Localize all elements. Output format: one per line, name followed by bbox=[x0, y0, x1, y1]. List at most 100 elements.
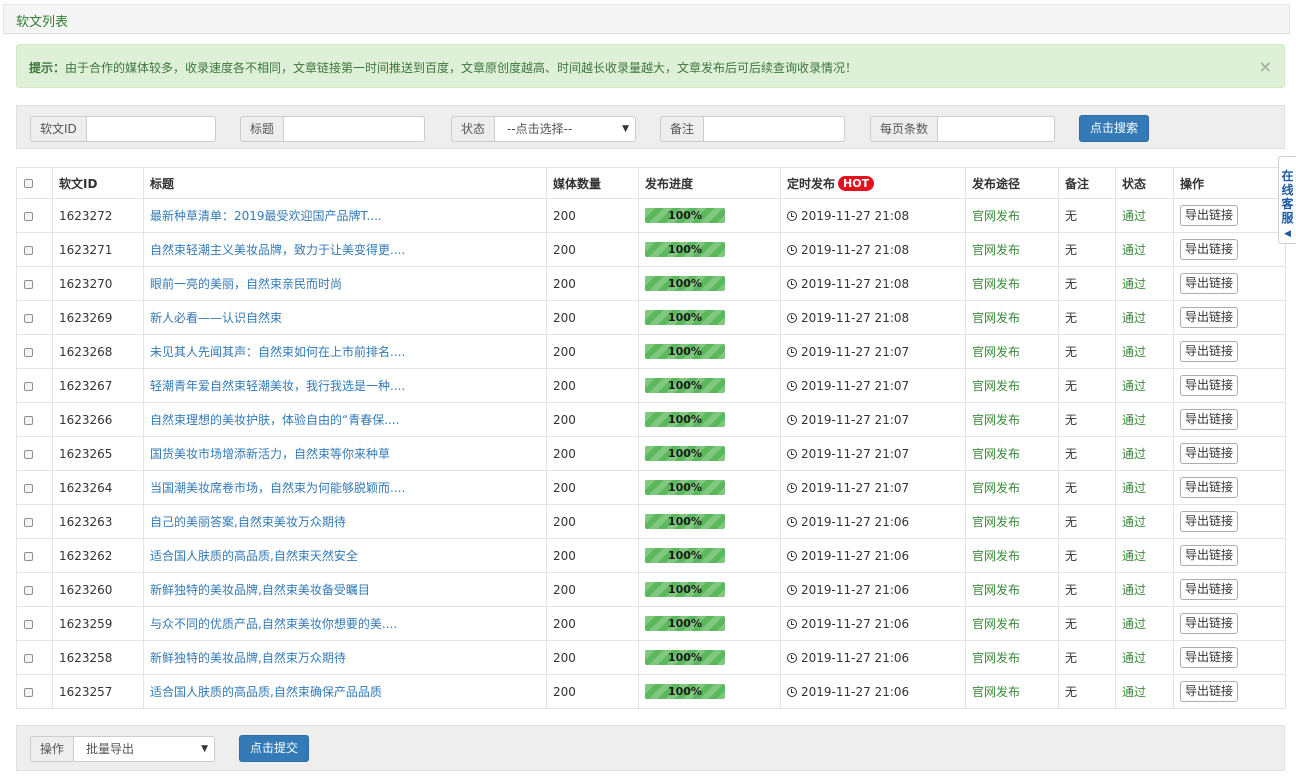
row-action-cell: 导出链接 bbox=[1173, 402, 1286, 437]
export-link-button[interactable]: 导出链接 bbox=[1180, 647, 1239, 668]
table-row: 1623272 最新种草清单：2019最受欢迎国产品牌T.... 200 100% 20… bbox=[16, 198, 1286, 233]
clock-icon bbox=[787, 516, 797, 527]
export-link-button[interactable]: 导出链接 bbox=[1180, 579, 1239, 600]
row-scheduled-time: 2019-11-27 21:06 bbox=[801, 616, 910, 631]
row-id: 1623272 bbox=[52, 198, 144, 233]
row-checkbox[interactable] bbox=[24, 585, 33, 595]
row-scheduled-cell: 2019-11-27 21:07 bbox=[780, 334, 966, 369]
row-checkbox[interactable] bbox=[24, 211, 33, 221]
header-action: 操作 bbox=[1173, 167, 1286, 199]
export-link-button[interactable]: 导出链接 bbox=[1180, 205, 1239, 226]
search-button[interactable]: 点击搜索 bbox=[1079, 115, 1149, 142]
export-link-button[interactable]: 导出链接 bbox=[1180, 511, 1239, 532]
row-action-cell: 导出链接 bbox=[1173, 436, 1286, 471]
row-title-link[interactable]: 轻潮青年爱自然束轻潮美妆，我行我选是一种.... bbox=[143, 368, 547, 403]
row-route: 官网发布 bbox=[965, 266, 1059, 301]
row-checkbox[interactable] bbox=[24, 449, 33, 459]
alert-text: 由于合作的媒体较多，收录速度各不相同，文章链接第一时间推送到百度，文章原创度越高… bbox=[65, 61, 858, 75]
row-title-link[interactable]: 眼前一亮的美丽，自然束亲民而时尚 bbox=[143, 266, 547, 301]
side-tab-char: 线 bbox=[1281, 183, 1294, 197]
row-scheduled-time: 2019-11-27 21:08 bbox=[801, 208, 910, 223]
export-link-button[interactable]: 导出链接 bbox=[1180, 681, 1239, 702]
row-media-count: 200 bbox=[546, 504, 639, 539]
row-scheduled-cell: 2019-11-27 21:07 bbox=[780, 402, 966, 437]
export-link-button[interactable]: 导出链接 bbox=[1180, 477, 1239, 498]
table-row: 1623257 适合国人肤质的高品质,自然束确保产品品质 200 100% 2019-1… bbox=[16, 674, 1286, 709]
row-checkbox[interactable] bbox=[24, 653, 33, 663]
row-title-link[interactable]: 新鲜独特的美妆品牌,自然束美妆备受瞩目 bbox=[143, 572, 547, 607]
row-checkbox[interactable] bbox=[24, 313, 33, 323]
table-row: 1623269 新人必看——认识自然束 200 100% 2019-11-27 21:0… bbox=[16, 300, 1286, 335]
export-link-button[interactable]: 导出链接 bbox=[1180, 307, 1239, 328]
search-title-input[interactable] bbox=[283, 116, 426, 142]
row-title-link[interactable]: 新鲜独特的美妆品牌,自然束万众期待 bbox=[143, 640, 547, 675]
select-all-checkbox[interactable] bbox=[24, 179, 33, 188]
close-icon[interactable]: × bbox=[1259, 57, 1272, 76]
row-checkbox[interactable] bbox=[24, 551, 33, 561]
row-remark: 无 bbox=[1058, 504, 1116, 539]
search-status-select[interactable]: --点击选择-- ▼ bbox=[494, 116, 637, 142]
row-select-cell bbox=[16, 266, 53, 301]
row-scheduled-cell: 2019-11-27 21:08 bbox=[780, 198, 966, 233]
row-title-link[interactable]: 与众不同的优质产品,自然束美妆你想要的美.... bbox=[143, 606, 547, 641]
bulk-submit-button[interactable]: 点击提交 bbox=[239, 735, 309, 762]
row-checkbox[interactable] bbox=[24, 619, 33, 629]
row-scheduled-time: 2019-11-27 21:06 bbox=[801, 582, 910, 597]
row-id: 1623262 bbox=[52, 538, 144, 573]
clock-icon bbox=[787, 550, 797, 561]
search-id-input[interactable] bbox=[85, 116, 216, 142]
row-title-link[interactable]: 自然束理想的美妆护肤，体验自由的“青春保.... bbox=[143, 402, 547, 437]
export-link-button[interactable]: 导出链接 bbox=[1180, 613, 1239, 634]
row-action-cell: 导出链接 bbox=[1173, 674, 1286, 709]
row-checkbox[interactable] bbox=[24, 517, 33, 527]
row-media-count: 200 bbox=[546, 266, 639, 301]
export-link-button[interactable]: 导出链接 bbox=[1180, 341, 1239, 362]
row-checkbox[interactable] bbox=[24, 279, 33, 289]
row-route: 官网发布 bbox=[965, 640, 1059, 675]
export-link-button[interactable]: 导出链接 bbox=[1180, 375, 1239, 396]
header-id: 软文ID bbox=[52, 167, 144, 199]
bulk-action-select[interactable]: 批量导出 ▼ bbox=[73, 736, 216, 762]
row-checkbox[interactable] bbox=[24, 483, 33, 493]
row-route: 官网发布 bbox=[965, 470, 1059, 505]
row-title-link[interactable]: 当国潮美妆席卷市场，自然束为何能够脱颖而.... bbox=[143, 470, 547, 505]
row-scheduled-cell: 2019-11-27 21:06 bbox=[780, 504, 966, 539]
row-checkbox[interactable] bbox=[24, 381, 33, 391]
search-per-page-input[interactable] bbox=[937, 116, 1056, 142]
row-media-count: 200 bbox=[546, 674, 639, 709]
row-title-link[interactable]: 最新种草清单：2019最受欢迎国产品牌T.... bbox=[143, 198, 547, 233]
clock-icon bbox=[787, 482, 797, 493]
row-select-cell bbox=[16, 674, 53, 709]
caret-down-icon: ▼ bbox=[622, 124, 630, 134]
table-row: 1623264 当国潮美妆席卷市场，自然束为何能够脱颖而.... 200 100% 20… bbox=[16, 470, 1286, 505]
row-title-link[interactable]: 自然束轻潮主义美妆品牌，致力于让美变得更.... bbox=[143, 232, 547, 267]
row-checkbox[interactable] bbox=[24, 347, 33, 357]
row-title-link[interactable]: 适合国人肤质的高品质,自然束天然安全 bbox=[143, 538, 547, 573]
row-id: 1623259 bbox=[52, 606, 144, 641]
row-select-cell bbox=[16, 232, 53, 267]
row-progress-cell: 100% bbox=[638, 266, 781, 301]
row-checkbox[interactable] bbox=[24, 415, 33, 425]
row-title-link[interactable]: 适合国人肤质的高品质,自然束确保产品品质 bbox=[143, 674, 547, 709]
row-title-link[interactable]: 新人必看——认识自然束 bbox=[143, 300, 547, 335]
search-remark-input[interactable] bbox=[703, 116, 846, 142]
row-media-count: 200 bbox=[546, 436, 639, 471]
export-link-button[interactable]: 导出链接 bbox=[1180, 273, 1239, 294]
row-remark: 无 bbox=[1058, 436, 1116, 471]
export-link-button[interactable]: 导出链接 bbox=[1180, 409, 1239, 430]
row-title-link[interactable]: 未见其人先闻其声：自然束如何在上市前排名.... bbox=[143, 334, 547, 369]
row-title-link[interactable]: 自己的美丽答案,自然束美妆万众期待 bbox=[143, 504, 547, 539]
export-link-button[interactable]: 导出链接 bbox=[1180, 239, 1239, 260]
row-id: 1623265 bbox=[52, 436, 144, 471]
row-checkbox[interactable] bbox=[24, 245, 33, 255]
row-checkbox[interactable] bbox=[24, 687, 33, 697]
row-progress-cell: 100% bbox=[638, 504, 781, 539]
online-service-tab[interactable]: 在 线 客 服 ◀ bbox=[1278, 156, 1296, 244]
row-title-link[interactable]: 国货美妆市场增添新活力，自然束等你来种草 bbox=[143, 436, 547, 471]
row-status: 通过 bbox=[1115, 198, 1174, 233]
clock-icon bbox=[787, 448, 797, 459]
bulk-action-bar: 操作 批量导出 ▼ 点击提交 bbox=[16, 725, 1285, 771]
clock-icon bbox=[787, 618, 797, 629]
export-link-button[interactable]: 导出链接 bbox=[1180, 545, 1239, 566]
export-link-button[interactable]: 导出链接 bbox=[1180, 443, 1239, 464]
